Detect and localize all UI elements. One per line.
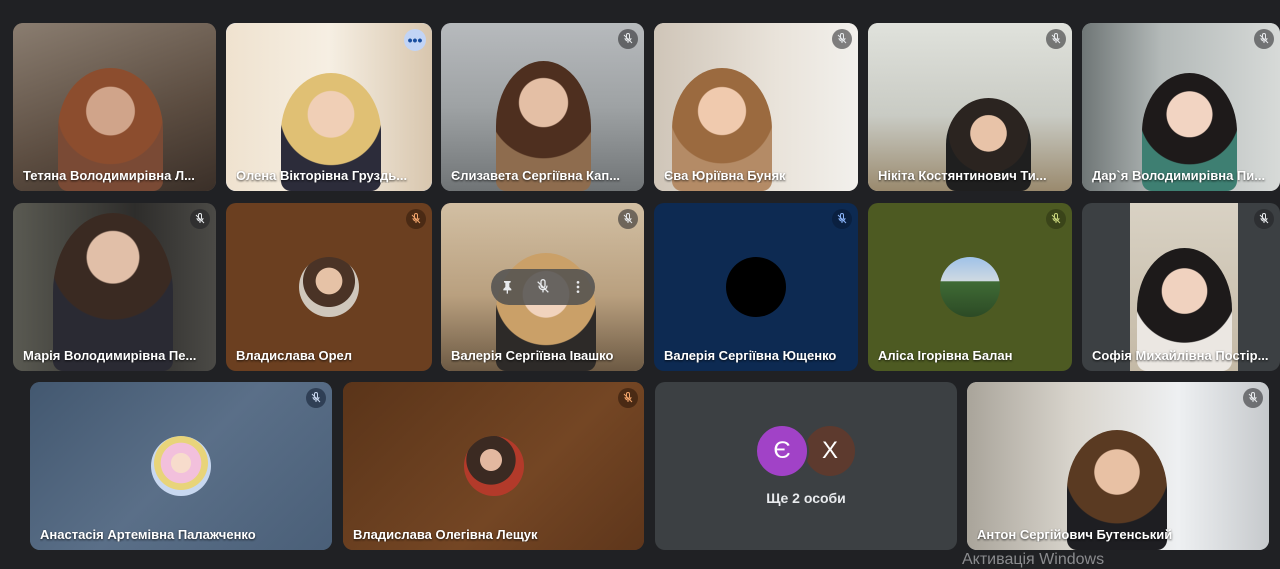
pin-icon[interactable]	[493, 279, 523, 295]
participant-name: Нікіта Костянтинович Ти...	[878, 168, 1047, 183]
participant-tile[interactable]: Софія Михайлівна Постір...	[1082, 203, 1280, 371]
more-options-icon[interactable]: •••	[404, 29, 426, 51]
participant-name: Олена Вікторівна Груздь...	[236, 168, 408, 183]
windows-activation-watermark: Активація Windows	[962, 551, 1105, 568]
avatar	[940, 257, 1000, 317]
participant-tile[interactable]: Єва Юріївна Буняк	[654, 23, 858, 191]
participant-name: Марія Володимирівна Пе...	[23, 348, 197, 363]
participant-name: Анастасія Артемівна Палажченко	[40, 527, 256, 542]
tile-hover-controls	[491, 269, 595, 305]
participant-tile[interactable]: Владислава Олегівна Лещук	[343, 382, 644, 550]
participant-tile[interactable]: Валерія Сергіївна Ющенко	[654, 203, 858, 371]
participant-tile[interactable]: Єлизавета Сергіївна Кап...	[441, 23, 644, 191]
participant-tile[interactable]: Нікіта Костянтинович Ти...	[868, 23, 1072, 191]
mic-off-icon	[832, 29, 852, 49]
avatar	[463, 436, 524, 496]
participant-tile[interactable]: Владислава Орел	[226, 203, 432, 371]
mic-off-icon	[190, 209, 210, 229]
participant-name: Софія Михайлівна Постір...	[1092, 348, 1269, 363]
participant-name: Аліса Ігорівна Балан	[878, 348, 1013, 363]
avatar	[151, 436, 211, 496]
participant-name: Єлизавета Сергіївна Кап...	[451, 168, 621, 183]
participant-tile[interactable]: Марія Володимирівна Пе...	[13, 203, 216, 371]
mic-off-icon	[1243, 388, 1263, 408]
meeting-grid: Тетяна Володимирівна Л... ••• Олена Вікт…	[0, 0, 1280, 569]
avatar	[299, 257, 359, 317]
avatar	[726, 257, 786, 317]
participant-name: Дар`я Володимирівна Пи...	[1092, 168, 1266, 183]
mic-off-icon	[1046, 29, 1066, 49]
participant-tile[interactable]: Дар`я Володимирівна Пи...	[1082, 23, 1280, 191]
participant-tile[interactable]: Антон Сергійович Бутенський	[967, 382, 1269, 550]
more-participants-label: Ще 2 особи	[766, 490, 846, 506]
participant-initial-avatar: Х	[803, 424, 857, 478]
participant-name: Тетяна Володимирівна Л...	[23, 168, 195, 183]
mic-off-icon	[306, 388, 326, 408]
mic-off-icon	[618, 388, 638, 408]
mic-off-icon	[832, 209, 852, 229]
mic-off-icon	[618, 209, 638, 229]
participant-name: Валерія Сергіївна Івашко	[451, 348, 614, 363]
mic-off-icon	[406, 209, 426, 229]
participant-initial-avatar: Є	[755, 424, 809, 478]
participant-name: Єва Юріївна Буняк	[664, 168, 786, 183]
participant-tile[interactable]: ••• Олена Вікторівна Груздь...	[226, 23, 432, 191]
mic-off-icon	[1046, 209, 1066, 229]
participant-name: Владислава Орел	[236, 348, 353, 363]
mic-off-icon	[1254, 29, 1274, 49]
mic-off-icon	[1254, 209, 1274, 229]
participant-tile[interactable]: Анастасія Артемівна Палажченко	[30, 382, 332, 550]
participant-name: Владислава Олегівна Лещук	[353, 527, 538, 542]
more-participants-tile[interactable]: Є Х Ще 2 особи	[655, 382, 957, 550]
mic-off-icon	[618, 29, 638, 49]
participant-name: Антон Сергійович Бутенський	[977, 527, 1173, 542]
mute-participant-icon[interactable]	[528, 279, 558, 295]
participant-tile[interactable]: Аліса Ігорівна Балан	[868, 203, 1072, 371]
participant-tile[interactable]: Тетяна Володимирівна Л...	[13, 23, 216, 191]
participant-tile[interactable]: Валерія Сергіївна Івашко	[441, 203, 644, 371]
participant-name: Валерія Сергіївна Ющенко	[664, 348, 837, 363]
more-options-icon[interactable]	[563, 279, 593, 295]
